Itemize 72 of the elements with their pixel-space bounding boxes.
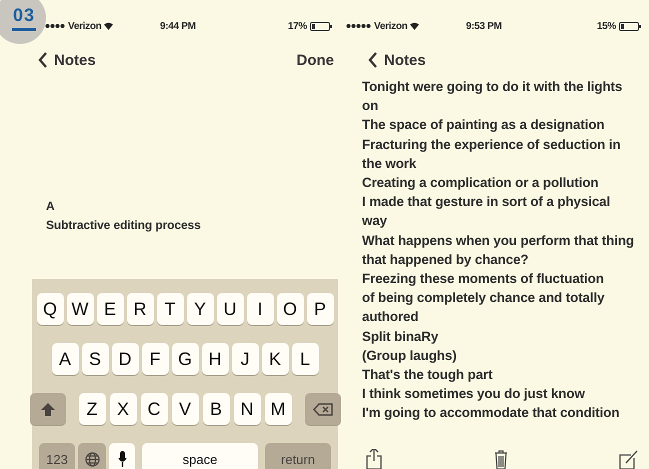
key-button[interactable]: W bbox=[66, 293, 94, 325]
key-button[interactable]: Z bbox=[78, 393, 106, 425]
key-button[interactable]: G bbox=[172, 343, 198, 375]
compose-icon[interactable] bbox=[619, 449, 639, 469]
key-button[interactable]: D bbox=[112, 343, 138, 375]
note-line: Tonight were going to do it with the lights on bbox=[362, 78, 624, 116]
page-number: 03 bbox=[12, 5, 36, 31]
backspace-icon bbox=[312, 402, 332, 416]
up-arrow-icon bbox=[40, 402, 54, 416]
key-button[interactable]: E bbox=[96, 293, 124, 325]
note-line: Freezing these moments of fluctuation bbox=[362, 270, 605, 288]
note-line: A bbox=[46, 198, 56, 215]
key-button[interactable]: K bbox=[262, 343, 288, 375]
space-key[interactable]: space bbox=[142, 443, 258, 469]
key-button[interactable]: U bbox=[216, 293, 244, 325]
done-button[interactable]: Done bbox=[296, 52, 334, 68]
return-key[interactable]: return bbox=[265, 443, 331, 469]
key-button[interactable]: R bbox=[126, 293, 154, 325]
note-line: Creating a complication or a pollution bbox=[362, 174, 600, 192]
note-line: (Group laughs) bbox=[362, 346, 458, 365]
time-label: 9:53 PM bbox=[466, 20, 503, 32]
wifi-icon bbox=[104, 22, 114, 30]
key-button[interactable]: Y bbox=[186, 293, 214, 325]
note-line: Split binaRy bbox=[362, 328, 440, 346]
note-line: Subtractive editing process bbox=[46, 217, 202, 234]
globe-icon bbox=[84, 452, 100, 466]
back-button[interactable]: Notes bbox=[368, 52, 426, 68]
battery-label: 17% bbox=[288, 20, 307, 32]
note-line: of being completely chance and totally authored bbox=[362, 289, 606, 326]
carrier-label: Verizon bbox=[68, 20, 102, 32]
note-line: I think sometimes you do just know bbox=[362, 385, 586, 404]
signal-icon bbox=[346, 22, 371, 30]
key-button[interactable]: C bbox=[140, 393, 168, 425]
key-button[interactable]: S bbox=[82, 343, 108, 375]
key-button[interactable]: Q bbox=[36, 293, 64, 325]
key-button[interactable]: X bbox=[110, 393, 136, 425]
key-button[interactable]: I bbox=[246, 293, 274, 325]
battery-icon bbox=[619, 22, 641, 30]
key-button[interactable]: L bbox=[292, 343, 318, 375]
trash-icon[interactable] bbox=[494, 449, 508, 469]
note-line: That's the tough part bbox=[362, 366, 494, 384]
shift-key[interactable] bbox=[30, 393, 66, 425]
key-button[interactable]: N bbox=[234, 393, 260, 425]
wifi-icon bbox=[410, 22, 420, 30]
note-line: I'm going to accommodate that condition bbox=[362, 404, 620, 422]
note-line: Fracturing the experience of seduction in the work bbox=[362, 136, 622, 173]
microphone-key[interactable] bbox=[109, 443, 135, 469]
chevron-icon bbox=[38, 52, 48, 68]
note-line: The space of painting as a designation bbox=[362, 116, 606, 134]
carrier-label: Verizon bbox=[374, 20, 408, 32]
key-button[interactable]: A bbox=[52, 343, 78, 375]
share-icon[interactable] bbox=[366, 449, 382, 469]
key-button[interactable]: B bbox=[202, 393, 230, 425]
back-button[interactable]: Notes bbox=[38, 52, 96, 68]
key-button[interactable]: H bbox=[202, 343, 228, 375]
chevron-icon bbox=[368, 52, 378, 68]
key-button[interactable]: O bbox=[276, 293, 304, 325]
delete-key[interactable] bbox=[304, 393, 340, 425]
key-button[interactable]: T bbox=[156, 293, 184, 325]
battery-label: 15% bbox=[596, 20, 616, 32]
key-button[interactable]: J bbox=[232, 343, 258, 375]
key-button[interactable]: M bbox=[264, 393, 292, 425]
microphone-icon bbox=[118, 451, 126, 467]
note-line: I made that gesture in sort of a physical way bbox=[362, 193, 612, 230]
battery-icon bbox=[310, 22, 332, 30]
time-label: 9:44 PM bbox=[160, 20, 197, 32]
globe-key[interactable] bbox=[78, 443, 106, 469]
note-line: What happens when you perform that thing that happened by chance? bbox=[362, 232, 635, 269]
key-button[interactable]: P bbox=[306, 293, 334, 325]
key-button[interactable]: V bbox=[172, 393, 198, 425]
key-button[interactable]: F bbox=[142, 343, 168, 375]
numbers-key[interactable]: 123 bbox=[39, 443, 75, 469]
